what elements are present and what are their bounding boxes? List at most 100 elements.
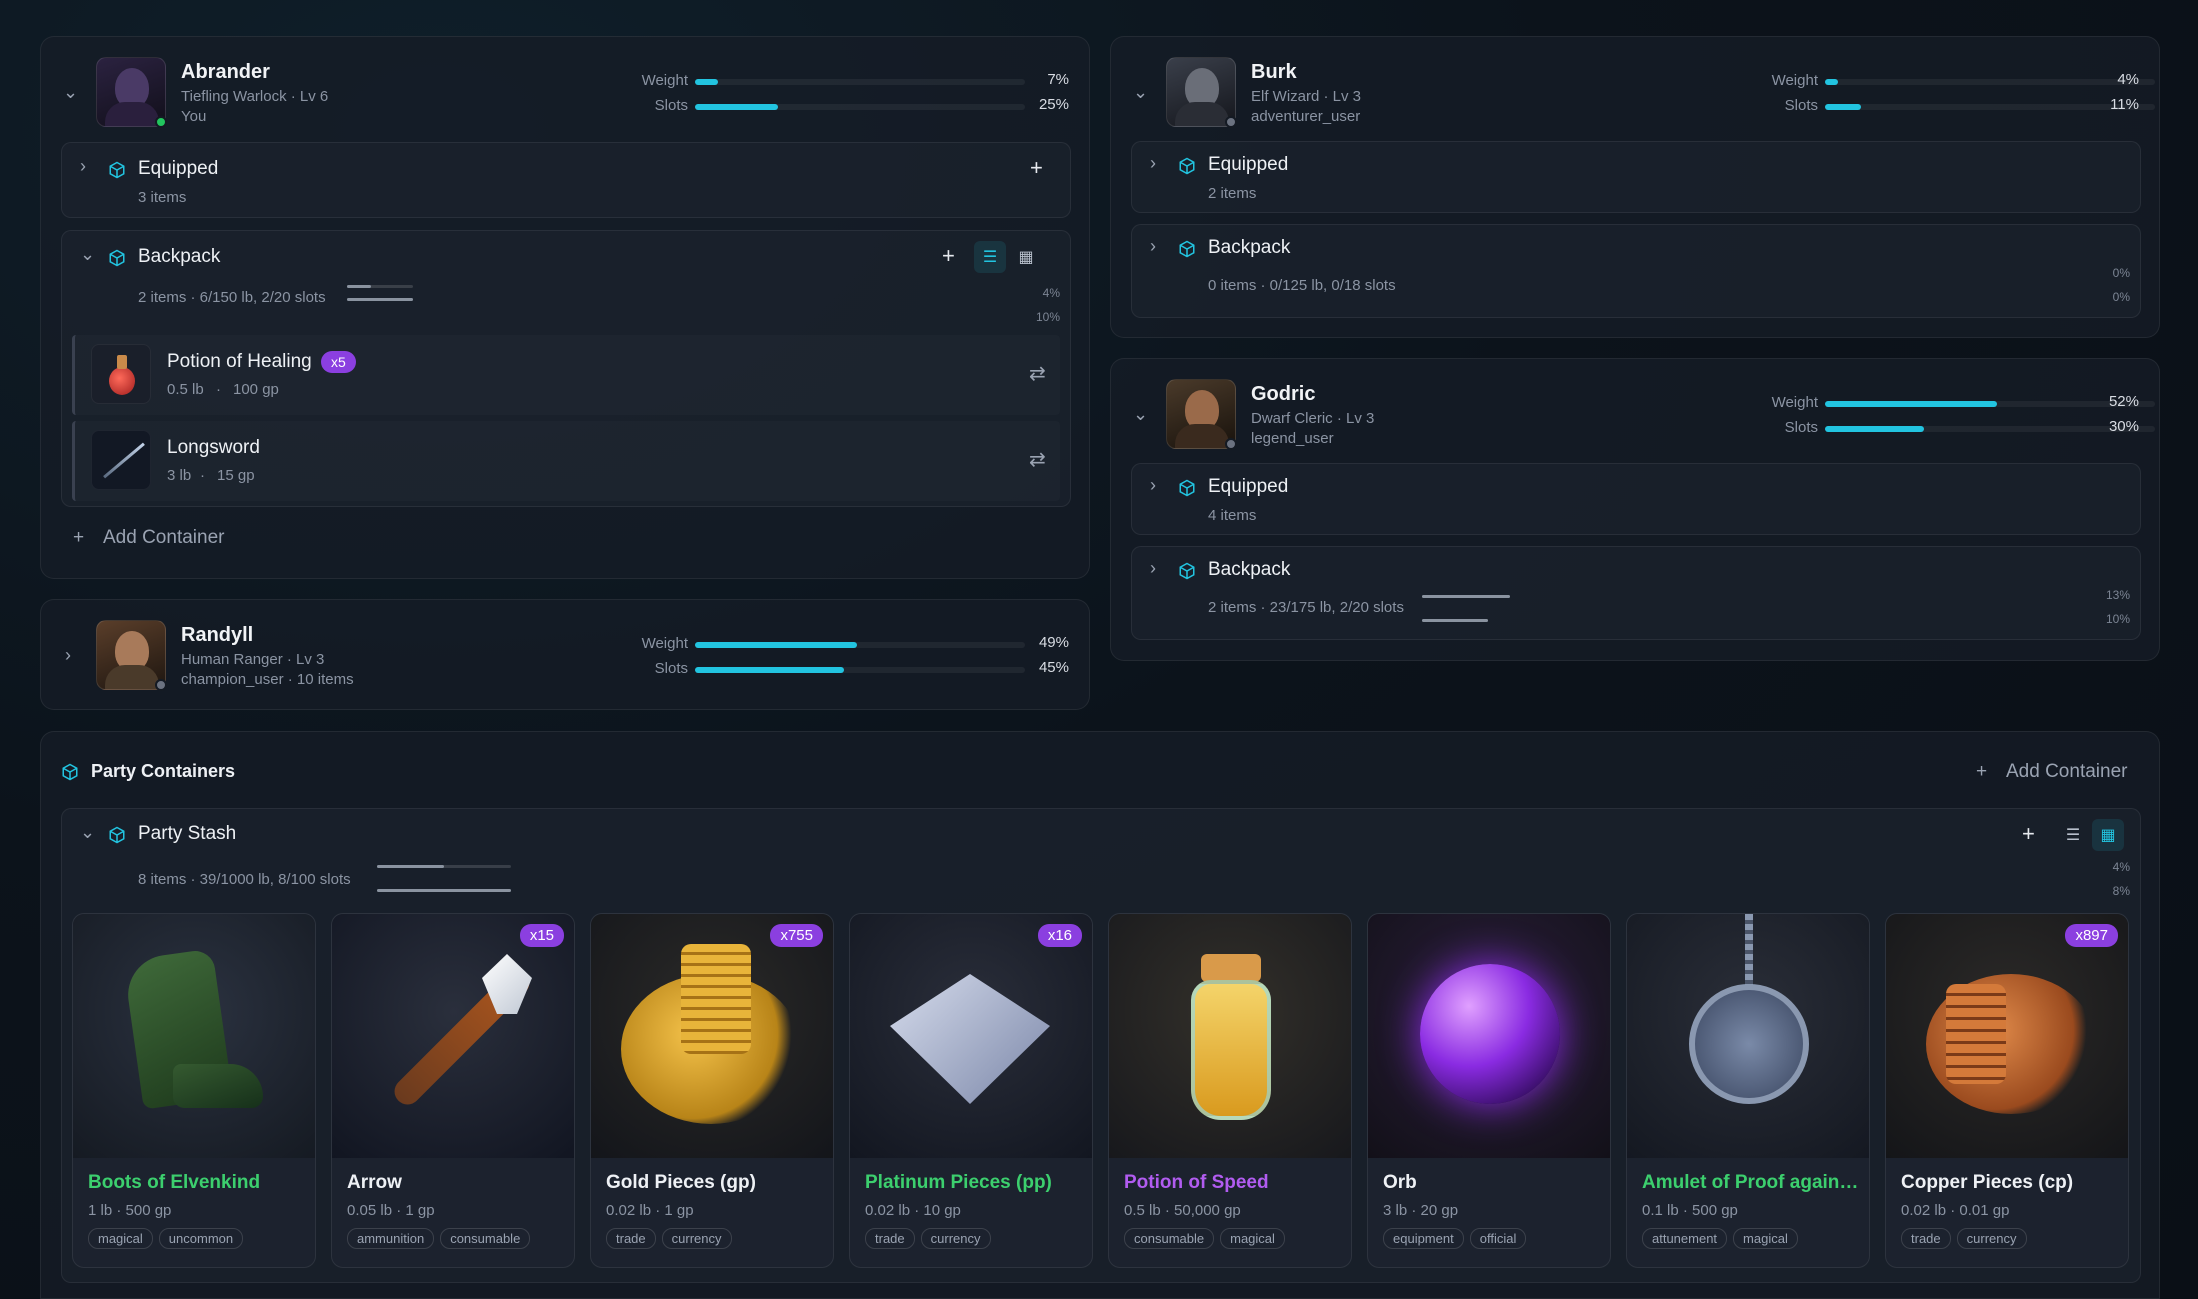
arrow-image (332, 914, 574, 1158)
item-name: Copper Pieces (cp) (1901, 1172, 2074, 1193)
cube-icon (109, 249, 125, 267)
item-meta: 0.02 lb · 1 gp (606, 1202, 694, 1219)
weight-mini-bar (347, 285, 413, 288)
weight-percent: 0% (2112, 266, 2130, 280)
gold-image (591, 914, 833, 1158)
add-container-button[interactable]: Add Container (2006, 761, 2127, 783)
online-status-dot (155, 116, 167, 128)
item-tag: magical (1733, 1228, 1798, 1249)
item-tag: currency (920, 1228, 991, 1249)
item-card[interactable]: x16 Platinum Pieces (pp) 0.02 lb · 10 gp tr… (849, 913, 1093, 1268)
cube-icon (109, 826, 125, 844)
item-tags: attunement magical (1642, 1228, 1798, 1249)
container-equipped[interactable]: › Equipped 3 items + (61, 142, 1071, 218)
character-name: Godric (1251, 383, 1316, 405)
chevron-down-icon[interactable]: ⌄ (1133, 83, 1148, 101)
plus-icon[interactable]: + (2022, 823, 2035, 845)
item-name: Amulet of Proof against Detection and Lo… (1642, 1172, 1862, 1193)
grid-view-icon[interactable]: ▦ (2092, 819, 2124, 851)
chevron-down-icon[interactable]: ⌄ (80, 245, 95, 263)
character-panel-godric: ⌄ Godric Dwarf Cleric · Lv 3 legend_user… (1110, 358, 2160, 661)
character-owner: champion_user · 10 items (181, 671, 354, 688)
container-equipped[interactable]: › Equipped 2 items (1131, 141, 2141, 213)
chevron-right-icon[interactable]: › (1150, 476, 1156, 494)
longsword-thumbnail (91, 430, 151, 490)
container-title: Equipped (1208, 154, 1289, 175)
slots-label: Slots (1784, 97, 1818, 114)
container-equipped[interactable]: › Equipped 4 items (1131, 463, 2141, 535)
item-tags: ammunition consumable (347, 1228, 531, 1249)
item-tags: trade currency (1901, 1228, 2027, 1249)
list-item[interactable]: Potion of Healing x5 0.5 lb · 100 gp ⇄ (72, 335, 1060, 415)
plus-icon[interactable]: + (1030, 157, 1043, 179)
plus-icon: + (1976, 761, 1988, 782)
chevron-down-icon[interactable]: ⌄ (1133, 405, 1148, 423)
item-value: 100 gp (233, 381, 279, 398)
item-card[interactable]: Amulet of Proof against Detection and Lo… (1626, 913, 1870, 1268)
quantity-badge: x897 (2065, 924, 2118, 947)
character-panel-randyll[interactable]: › Randyll Human Ranger · Lv 3 champion_u… (40, 599, 1090, 710)
avatar (96, 57, 166, 127)
container-backpack[interactable]: ⌄ Backpack + ☰ ▦ 2 items · 6/150 lb, 2/2… (61, 230, 1071, 507)
slots-bar (695, 104, 1025, 110)
container-summary: 2 items (1208, 185, 1257, 202)
weight-label: Weight (641, 635, 688, 652)
item-tag: official (1469, 1228, 1527, 1249)
cube-icon (1179, 240, 1195, 258)
slots-percent: 10% (2105, 612, 2130, 626)
container-title: Backpack (1208, 559, 1291, 580)
item-tag: magical (88, 1228, 153, 1249)
chevron-down-icon[interactable]: ⌄ (80, 823, 95, 841)
item-card[interactable]: Boots of Elvenkind 1 lb · 500 gp magical un… (72, 913, 316, 1268)
container-summary: 2 items · 23/175 lb, 2/20 slots (1208, 599, 1404, 616)
character-class: Dwarf Cleric · Lv 3 (1251, 410, 1375, 427)
item-name: Arrow (347, 1172, 402, 1193)
character-owner: legend_user (1251, 430, 1334, 447)
copper-image (1886, 914, 2128, 1158)
quantity-badge: x16 (1037, 924, 1082, 947)
item-card[interactable]: x897 Copper Pieces (cp) 0.02 lb · 0.01 gp t… (1885, 913, 2129, 1268)
chevron-right-icon[interactable]: › (1150, 154, 1156, 172)
weight-bar (695, 79, 1025, 85)
list-view-icon[interactable]: ☰ (2057, 819, 2089, 851)
transfer-icon[interactable]: ⇄ (1029, 447, 1046, 472)
character-panel-burk: ⌄ Burk Elf Wizard · Lv 3 adventurer_user… (1110, 36, 2160, 338)
weight-label: Weight (1771, 72, 1818, 89)
character-name: Randyll (181, 624, 254, 646)
container-title: Party Stash (138, 823, 237, 844)
chevron-down-icon[interactable]: ⌄ (63, 83, 78, 101)
container-backpack[interactable]: › Backpack 2 items · 23/175 lb, 2/20 slo… (1131, 546, 2141, 640)
cube-icon (62, 763, 78, 781)
weight-mini-bar (1422, 595, 1510, 598)
item-card[interactable]: x15 Arrow 0.05 lb · 1 gp ammunition consumab… (331, 913, 575, 1268)
weight-percent: 4% (1042, 286, 1060, 300)
character-owner: You (181, 108, 207, 125)
item-name: Boots of Elvenkind (88, 1172, 261, 1193)
cube-icon (1179, 479, 1195, 497)
transfer-icon[interactable]: ⇄ (1029, 361, 1046, 386)
boots-image (73, 914, 315, 1158)
item-card[interactable]: x755 Gold Pieces (gp) 0.02 lb · 1 gp trade c… (590, 913, 834, 1268)
chevron-right-icon[interactable]: › (65, 646, 71, 664)
container-backpack[interactable]: › Backpack 0 items · 0/125 lb, 0/18 slot… (1131, 224, 2141, 318)
grid-view-icon[interactable]: ▦ (1010, 241, 1042, 273)
item-card[interactable]: Orb 3 lb · 20 gp equipment official (1367, 913, 1611, 1268)
chevron-right-icon[interactable]: › (80, 157, 86, 175)
list-view-icon[interactable]: ☰ (974, 241, 1006, 273)
slots-percent: 0% (2112, 290, 2130, 304)
add-container-button[interactable]: Add Container (103, 527, 224, 549)
slots-percent: 11% (2110, 96, 2139, 113)
item-card[interactable]: Potion of Speed 0.5 lb · 50,000 gp consuma… (1108, 913, 1352, 1268)
weight-bar (695, 642, 1025, 648)
slots-percent: 10% (1035, 310, 1060, 324)
plus-icon[interactable]: + (942, 245, 955, 267)
chevron-right-icon[interactable]: › (1150, 559, 1156, 577)
chevron-right-icon[interactable]: › (1150, 237, 1156, 255)
plus-icon: + (73, 527, 85, 548)
meta-separator: · (200, 467, 205, 484)
list-item[interactable]: Longsword 3 lb · 15 gp ⇄ (72, 421, 1060, 501)
item-name: Potion of Speed (1124, 1172, 1269, 1193)
item-meta: 1 lb · 500 gp (88, 1202, 172, 1219)
potion-image (1109, 914, 1351, 1158)
container-summary: 3 items (138, 189, 187, 206)
